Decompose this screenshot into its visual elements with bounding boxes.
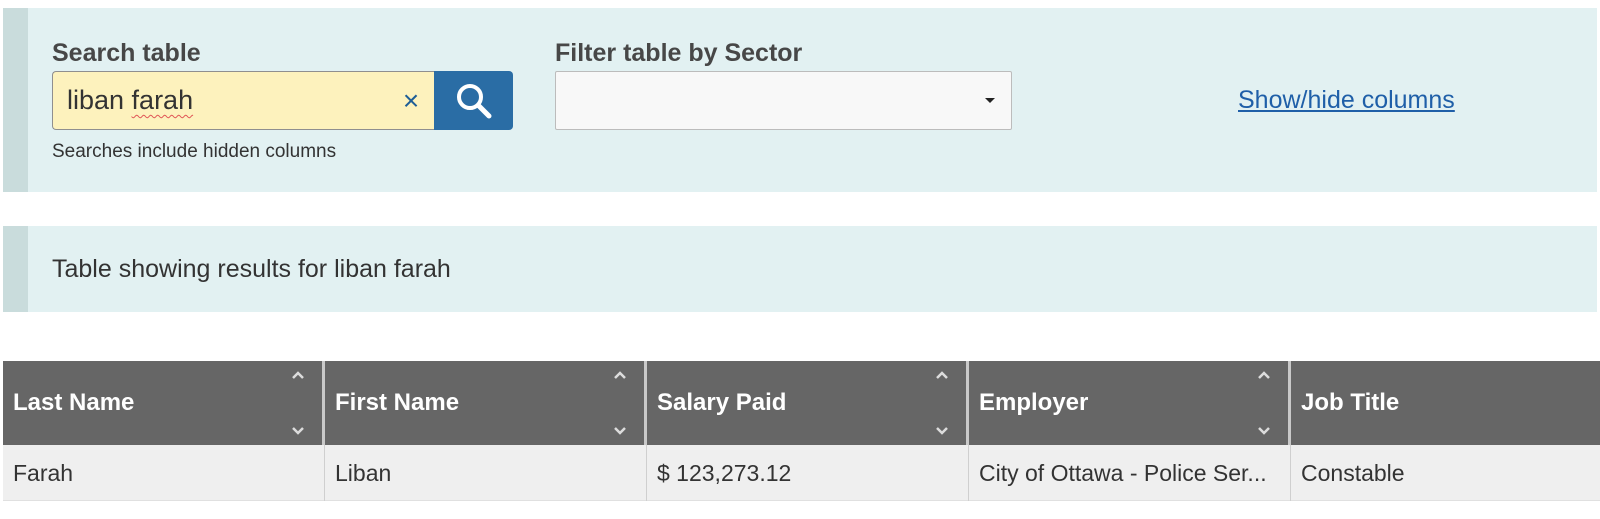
column-header-last-name[interactable]: Last Name — [3, 361, 325, 445]
column-header-label: Salary Paid — [657, 389, 787, 416]
sort-control[interactable] — [1256, 371, 1272, 435]
search-filter-panel: Search table liban farah × Searches incl… — [3, 8, 1597, 192]
sort-up-icon — [1258, 371, 1270, 379]
sort-control[interactable] — [612, 371, 628, 435]
cell-last-name: Farah — [3, 445, 325, 501]
cell-first-name: Liban — [325, 445, 647, 501]
magnifier-icon — [456, 83, 491, 118]
sort-down-icon — [292, 427, 304, 435]
table-header-row: Last Name First Name Salary Paid Employe… — [3, 361, 1600, 445]
close-icon: × — [402, 84, 420, 116]
sort-up-icon — [292, 371, 304, 379]
caret-down-icon — [985, 98, 995, 103]
sort-up-icon — [936, 371, 948, 379]
cell-employer: City of Ottawa - Police Ser... — [969, 445, 1291, 501]
show-hide-columns-link[interactable]: Show/hide columns — [1238, 86, 1455, 115]
sort-down-icon — [1258, 427, 1270, 435]
column-header-label: First Name — [335, 389, 460, 416]
sort-control[interactable] — [934, 371, 950, 435]
sort-down-icon — [936, 427, 948, 435]
search-hint: Searches include hidden columns — [52, 141, 337, 162]
column-header-job-title[interactable]: Job Title — [1291, 361, 1600, 445]
sort-up-icon — [614, 371, 626, 379]
search-table-label: Search table — [52, 39, 201, 67]
sector-filter-label: Filter table by Sector — [555, 39, 803, 67]
cell-salary-paid: $ 123,273.12 — [647, 445, 969, 501]
table-row[interactable]: Farah Liban $ 123,273.12 City of Ottawa … — [3, 445, 1600, 501]
sector-filter-select[interactable] — [555, 71, 1012, 130]
sort-down-icon — [614, 427, 626, 435]
column-header-first-name[interactable]: First Name — [325, 361, 647, 445]
search-control: liban farah × — [52, 71, 513, 130]
column-header-label: Job Title — [1301, 389, 1400, 416]
clear-search-button[interactable]: × — [392, 71, 430, 130]
search-input-value: liban farah — [67, 85, 194, 115]
column-header-label: Last Name — [13, 389, 135, 416]
results-caption: Table showing results for liban farah — [52, 255, 451, 283]
search-button[interactable] — [434, 71, 513, 130]
sort-control[interactable] — [290, 371, 306, 435]
spellcheck-flagged-word: farah — [131, 85, 194, 115]
salary-table: Last Name First Name Salary Paid Employe… — [3, 361, 1600, 501]
search-input[interactable]: liban farah — [52, 71, 434, 130]
results-caption-panel: Table showing results for liban farah — [3, 226, 1597, 312]
cell-job-title: Constable — [1301, 459, 1405, 486]
table-body: Farah Liban $ 123,273.12 City of Ottawa … — [3, 445, 1600, 501]
column-header-label: Employer — [979, 389, 1089, 416]
column-header-salary-paid[interactable]: Salary Paid — [647, 361, 969, 445]
column-header-employer[interactable]: Employer — [969, 361, 1291, 445]
